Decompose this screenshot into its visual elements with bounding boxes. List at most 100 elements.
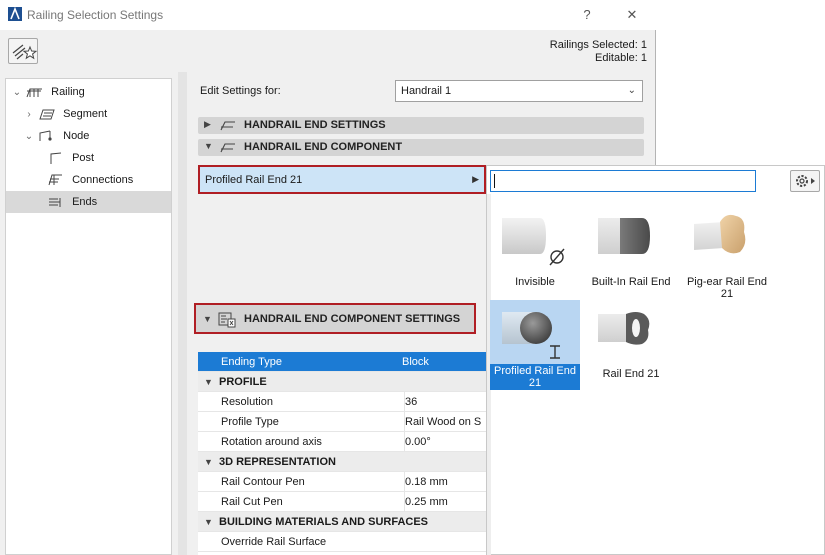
param-name: Rail Contour Pen (221, 476, 305, 488)
archicad-icon (8, 7, 22, 21)
tile-profiled-rail-end[interactable]: Profiled Rail End 21 (490, 300, 580, 390)
param-value[interactable]: Block (402, 352, 484, 371)
close-button[interactable]: ✕ (622, 6, 642, 24)
parameter-grid: Ending Type Block ▼ PROFILE Resolution 3… (198, 352, 486, 555)
param-name: Ending Type (221, 356, 282, 368)
railing-icon (26, 88, 43, 98)
chevron-down-icon: ▼ (204, 457, 213, 467)
chevron-right-icon[interactable]: › (23, 104, 35, 126)
grid-group-profile[interactable]: ▼ PROFILE (198, 372, 486, 392)
param-name: Resolution (221, 396, 273, 408)
tree-item-label: Railing (51, 86, 85, 98)
title-bar: Railing Selection Settings ? ✕ (0, 0, 656, 30)
handrail-end-component-settings-section[interactable]: ▼ HANDRAIL END COMPONENT SETTINGS (194, 303, 476, 334)
tile-label: Rail End 21 (602, 368, 660, 380)
tree-item-label: Connections (72, 174, 134, 186)
section-title: HANDRAIL END SETTINGS (244, 119, 386, 131)
group-title: 3D REPRESENTATION (219, 456, 336, 468)
param-name: Rail Cut Pen (221, 496, 283, 508)
chevron-down-icon: ▼ (204, 377, 213, 387)
param-value[interactable]: 0.00° (404, 432, 486, 451)
group-title: BUILDING MATERIALS AND SURFACES (219, 516, 428, 528)
chevron-right-icon: ▶ (204, 119, 211, 129)
help-button[interactable]: ? (577, 6, 597, 24)
gear-icon (796, 175, 815, 187)
railings-selected-text: Railings Selected: 1 (549, 39, 647, 51)
segment-icon (39, 109, 55, 120)
section-title: HANDRAIL END COMPONENT (244, 141, 403, 153)
rail-end-icon (586, 300, 676, 364)
grid-row[interactable]: Rail Contour Pen 0.18 mm (198, 472, 486, 492)
tree-item-label: Segment (63, 108, 108, 120)
chevron-down-icon: ▼ (204, 517, 213, 527)
handrail-end-component-section[interactable]: ▼ HANDRAIL END COMPONENT (198, 139, 644, 156)
grid-row[interactable]: Resolution 36 (198, 392, 486, 412)
section-title: HANDRAIL END COMPONENT SETTINGS (244, 313, 461, 325)
handrail-end-settings-section[interactable]: ▶ HANDRAIL END SETTINGS (198, 117, 644, 134)
tile-invisible[interactable]: Invisible (490, 208, 580, 288)
tree-item-segment[interactable]: › Segment (6, 103, 171, 125)
param-name: Rotation around axis (221, 436, 322, 448)
post-icon (50, 152, 62, 165)
tile-rail-end[interactable]: Rail End 21 (586, 300, 676, 380)
favorites-button[interactable] (8, 38, 38, 64)
tile-label: Invisible (515, 276, 555, 288)
ends-icon (49, 198, 61, 208)
edit-settings-value: Handrail 1 (401, 85, 452, 97)
tree-item-connections[interactable]: Connections (6, 169, 171, 191)
tree-item-label: Post (72, 152, 95, 164)
options-button[interactable] (790, 170, 820, 192)
component-settings-icon (218, 312, 236, 328)
edit-settings-label: Edit Settings for: (200, 85, 281, 97)
group-title: PROFILE (219, 376, 267, 388)
window-title: Railing Selection Settings (27, 8, 164, 22)
pig-ear-rail-end-icon (682, 208, 772, 272)
grid-row[interactable]: Override Rail Surface (198, 532, 486, 552)
handrail-icon (220, 143, 235, 153)
tile-pig-ear-rail-end[interactable]: Pig-ear Rail End 21 (682, 208, 772, 300)
grid-row-ending-type[interactable]: Ending Type Block (198, 352, 486, 372)
grid-row[interactable]: Rail Cut Pen 0.25 mm (198, 492, 486, 512)
built-in-rail-end-icon (586, 208, 676, 272)
connections-icon (48, 174, 62, 186)
tile-label: Pig-ear Rail End 21 (686, 276, 768, 300)
chevron-down-icon[interactable]: ⌄ (23, 126, 35, 148)
param-name: Override Rail Surface (221, 536, 327, 548)
search-input[interactable] (490, 170, 756, 192)
tree-item-railing[interactable]: ⌄ Railing (6, 81, 171, 103)
param-value[interactable]: Rail Wood on S (404, 412, 486, 431)
tree-item-ends[interactable]: Ends (6, 191, 171, 213)
chevron-right-icon: ▶ (472, 174, 479, 184)
tree-item-label: Ends (72, 196, 98, 208)
tile-label: Profiled Rail End 21 (490, 364, 580, 390)
tree-item-label: Node (63, 130, 90, 142)
edit-settings-dropdown[interactable]: Handrail 1 ⌄ (395, 80, 643, 102)
param-value[interactable]: 0.25 mm (404, 492, 486, 511)
tree-item-node[interactable]: ⌄ Node (6, 125, 171, 147)
tree-item-post[interactable]: Post (6, 147, 171, 169)
param-name: Profile Type (221, 416, 279, 428)
chevron-down-icon: ⌄ (627, 85, 636, 96)
handrail-icon (220, 121, 235, 131)
invisible-rail-end-icon (490, 208, 580, 272)
favorites-icon (12, 44, 38, 60)
tile-built-in-rail-end[interactable]: Built-In Rail End (586, 208, 676, 288)
editable-count-text: Editable: 1 (595, 52, 647, 64)
chevron-down-icon: ▼ (204, 141, 213, 151)
component-selector[interactable]: Profiled Rail End 21 ▶ (198, 165, 486, 194)
grid-row[interactable]: Rotation around axis 0.00° (198, 432, 486, 452)
panel-divider[interactable] (178, 72, 187, 555)
text-caret (494, 174, 495, 188)
tile-label: Built-In Rail End (591, 276, 671, 288)
grid-group-building-materials[interactable]: ▼ BUILDING MATERIALS AND SURFACES (198, 512, 486, 532)
chevron-down-icon[interactable]: ⌄ (11, 82, 23, 104)
node-icon (39, 130, 52, 142)
chevron-down-icon: ▼ (203, 314, 212, 324)
grid-group-3d-representation[interactable]: ▼ 3D REPRESENTATION (198, 452, 486, 472)
param-value[interactable]: 0.18 mm (404, 472, 486, 491)
param-value[interactable]: 36 (404, 392, 486, 411)
settings-tree: ⌄ Railing › Segment ⌄ Node Post Connecti… (5, 78, 172, 555)
profiled-rail-end-icon (490, 300, 580, 364)
grid-row[interactable]: Profile Type Rail Wood on S (198, 412, 486, 432)
component-value: Profiled Rail End 21 (205, 174, 303, 186)
